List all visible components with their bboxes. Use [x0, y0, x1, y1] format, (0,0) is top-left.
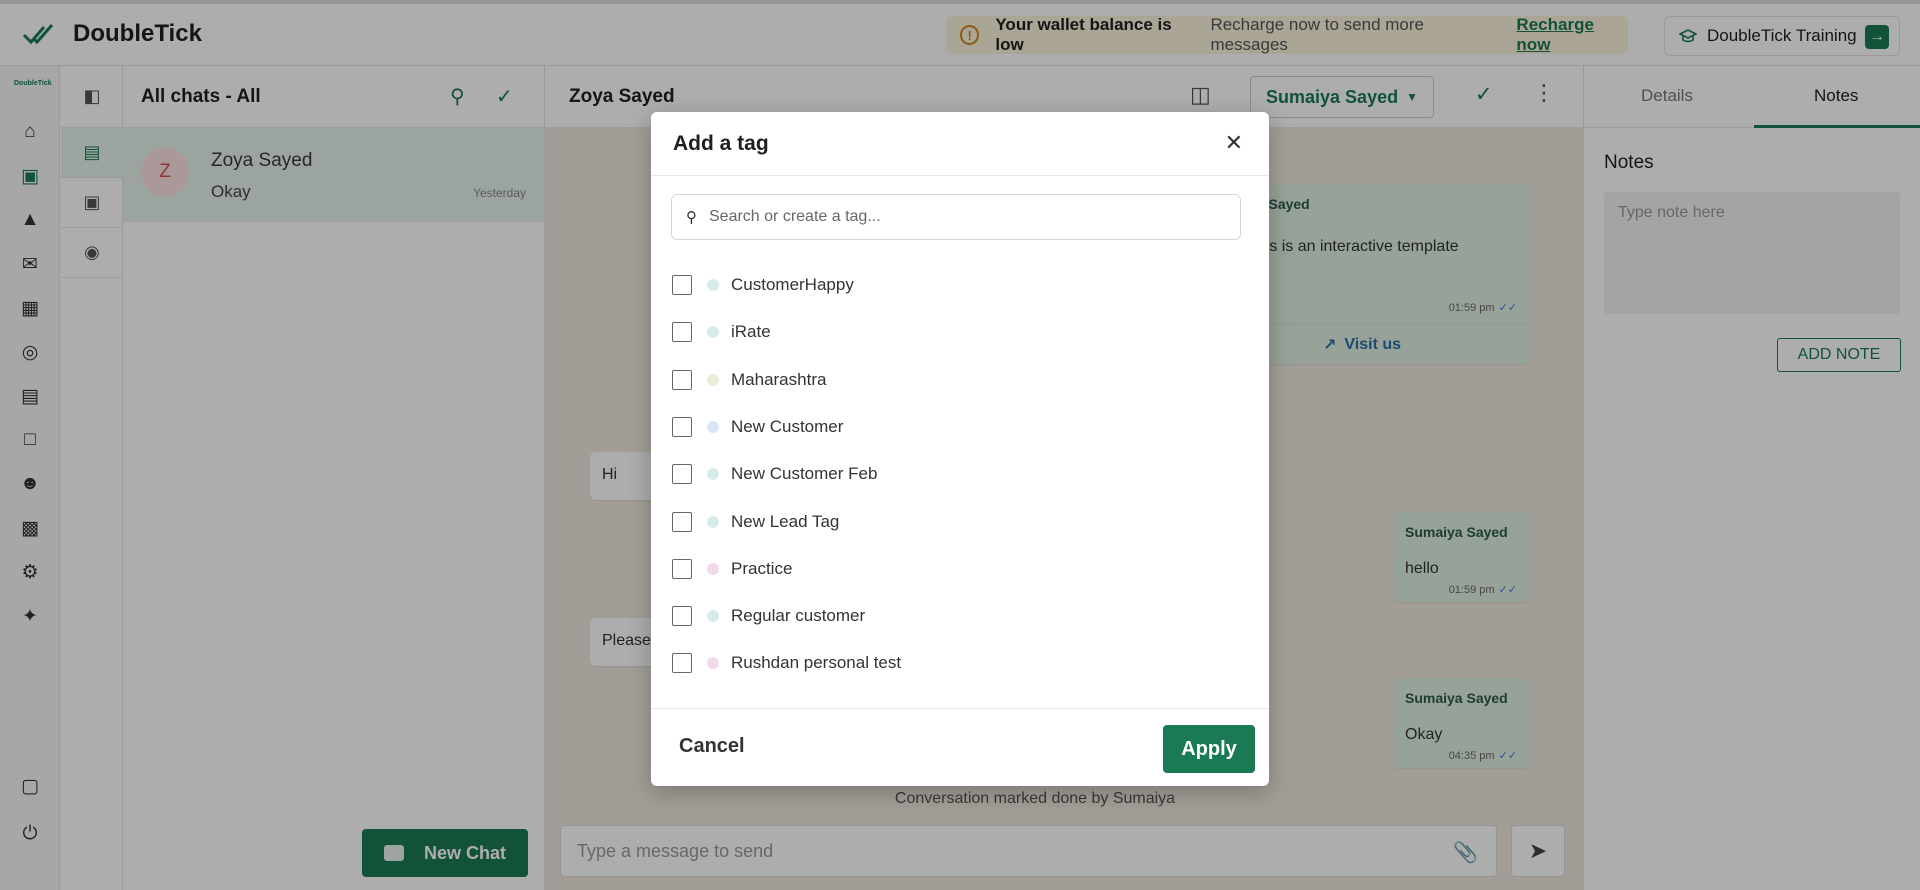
tag-checkbox[interactable]	[672, 416, 692, 437]
tag-checkbox[interactable]	[672, 464, 692, 485]
tag-option[interactable]: New Lead Tag	[672, 507, 839, 537]
dialog-title: Add a tag	[673, 132, 769, 155]
search-icon: ⚲	[686, 209, 697, 226]
tag-color-dot	[707, 279, 719, 291]
tag-option[interactable]: Practice	[672, 554, 792, 584]
close-icon[interactable]: ✕	[1225, 130, 1243, 156]
tag-color-dot	[707, 373, 719, 386]
tag-option[interactable]: Rushdan personal test	[672, 648, 901, 678]
tag-color-dot	[707, 562, 719, 575]
cancel-button[interactable]: Cancel	[679, 735, 745, 758]
tag-option[interactable]: New Customer Feb	[672, 459, 877, 489]
tag-label: Maharashtra	[731, 369, 827, 389]
add-tag-dialog: Add a tag ✕ ⚲ CustomerHappy iRate Maharash…	[651, 112, 1269, 786]
tag-search-box: ⚲	[671, 194, 1241, 240]
tag-color-dot	[707, 610, 719, 623]
tag-checkbox[interactable]	[672, 606, 692, 627]
tag-option[interactable]: CustomerHappy	[672, 270, 854, 300]
apply-button[interactable]: Apply	[1163, 725, 1255, 773]
tag-color-dot	[707, 515, 719, 528]
tag-option[interactable]: Maharashtra	[672, 365, 826, 395]
tag-search-input[interactable]	[709, 208, 1209, 226]
tag-checkbox[interactable]	[672, 558, 692, 579]
tag-option[interactable]: New Customer	[672, 412, 843, 442]
tag-option[interactable]: Regular customer	[672, 601, 865, 631]
tag-list: CustomerHappy iRate Maharashtra New Custome…	[651, 252, 1269, 694]
tag-label: New Customer	[731, 416, 844, 436]
tag-label: Practice	[731, 558, 793, 578]
tag-label: CustomerHappy	[731, 275, 854, 294]
tag-color-dot	[707, 420, 719, 433]
tag-checkbox[interactable]	[672, 653, 692, 674]
tag-checkbox[interactable]	[672, 511, 692, 532]
tag-label: Regular customer	[731, 606, 866, 626]
tag-label: Rushdan personal test	[731, 653, 902, 673]
tag-label: New Customer Feb	[731, 464, 878, 484]
dialog-header: Add a tag ✕	[651, 112, 1269, 176]
tag-label: New Lead Tag	[731, 511, 840, 531]
tag-color-dot	[707, 326, 719, 339]
tag-checkbox[interactable]	[672, 369, 692, 390]
tag-label: iRate	[731, 322, 771, 342]
tag-color-dot	[707, 657, 719, 670]
tag-checkbox[interactable]	[672, 322, 692, 343]
dialog-footer: Cancel Apply	[651, 708, 1269, 786]
tag-checkbox[interactable]	[672, 275, 692, 295]
tag-option[interactable]: iRate	[672, 317, 771, 347]
tag-color-dot	[707, 468, 719, 481]
